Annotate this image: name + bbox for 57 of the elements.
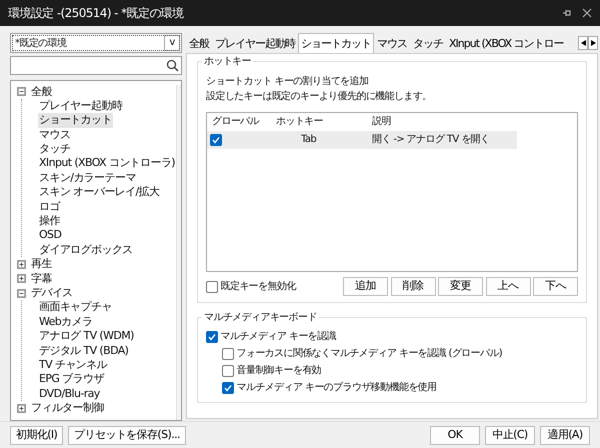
tree-item[interactable]: Webカメラ <box>38 314 94 330</box>
button[interactable]: OK <box>430 426 480 444</box>
checkbox-label: フォーカスに関係なくマルチメディア キーを認識 (グローバル) <box>236 346 502 361</box>
checkbox-label: 音量制御キーを有効 <box>236 364 322 378</box>
tab[interactable]: プレイヤー起動時 <box>212 34 298 53</box>
tab[interactable]: XInput (XBOX コントロー <box>446 34 567 53</box>
checkbox-label: マルチメディア キーのブラウザ移動機能を使用 <box>236 380 436 395</box>
tree-item[interactable]: プレイヤー起動時 <box>38 98 124 114</box>
tree-item[interactable]: スキン/カラーテーマ <box>38 170 137 186</box>
tree-item[interactable]: タッチ <box>38 142 72 156</box>
table-cell-text: Tab <box>300 133 318 147</box>
button[interactable]: 下へ <box>533 277 578 296</box>
tree-item[interactable]: TV チャンネル <box>38 358 108 372</box>
column-header: ホットキー <box>275 115 324 129</box>
button[interactable]: 上へ <box>486 277 530 296</box>
tree-item[interactable]: 画面キャプチャ <box>38 300 113 315</box>
description-text: ショートカット キーの割り当てを追加 <box>206 74 370 89</box>
group-title: ホットキー <box>202 54 254 68</box>
button[interactable]: 変更 <box>438 277 483 296</box>
button[interactable]: 中止(C) <box>485 426 535 444</box>
tree-item[interactable]: 操作 <box>38 214 61 228</box>
tree-item[interactable]: ショートカット <box>38 113 113 128</box>
tree-item[interactable]: ロゴ <box>38 200 61 214</box>
button[interactable]: 追加 <box>343 277 388 296</box>
tree-item[interactable]: 再生 <box>30 257 53 272</box>
tree-item[interactable]: マウス <box>38 128 72 142</box>
button[interactable]: 削除 <box>390 277 436 296</box>
checkbox-label: 既定キーを無効化 <box>220 280 296 294</box>
tab[interactable]: マウス <box>374 34 410 53</box>
tree-item[interactable]: 全般 <box>30 84 53 99</box>
tree-item[interactable]: EPG ブラウザ <box>38 372 105 387</box>
tree-item[interactable]: XInput (XBOX コントローラ) <box>38 156 176 171</box>
tree-item[interactable]: DVD/Blu-ray <box>38 386 101 402</box>
checkbox-label: マルチメディア キーを認識 <box>220 330 336 344</box>
tab[interactable]: タッチ <box>410 34 446 53</box>
column-header: 説明 <box>371 114 392 129</box>
button[interactable]: 適用(A) <box>540 426 590 444</box>
dropdown-caret[interactable]: v <box>164 35 180 51</box>
tree-item[interactable]: OSD <box>38 228 62 243</box>
button[interactable]: プリセットを保存(S)... <box>68 426 186 444</box>
tree-item[interactable]: フィルター制御 <box>30 401 105 416</box>
column-header: グローバル <box>211 115 260 129</box>
description-text: 設定したキーは既定のキーより優先的に機能します。 <box>206 90 433 104</box>
tab[interactable]: 全般 <box>186 34 212 53</box>
tree-item[interactable]: アナログ TV (WDM) <box>38 329 135 344</box>
dropdown-value: *既定の環境 <box>15 36 66 50</box>
window-title: 環境設定 -(250514) - *既定の環境 <box>8 5 184 22</box>
preset-dropdown[interactable]: *既定の環境 v <box>10 33 182 53</box>
tree-item[interactable]: スキン オーバーレイ/拡大 <box>38 185 160 200</box>
tab[interactable]: ショートカット <box>298 33 374 54</box>
table-row[interactable]: Tab 開く -> アナログ TV を開く <box>207 131 517 149</box>
tree-item[interactable]: デバイス <box>30 286 74 300</box>
button[interactable]: 初期化(I) <box>10 426 64 444</box>
tree-item[interactable]: 字幕 <box>30 272 53 286</box>
table-cell-text: 開く -> アナログ TV を開く <box>371 133 490 147</box>
tree-item[interactable]: ダイアログボックス <box>38 242 134 258</box>
tree-item[interactable]: デジタル TV (BDA) <box>38 344 130 358</box>
